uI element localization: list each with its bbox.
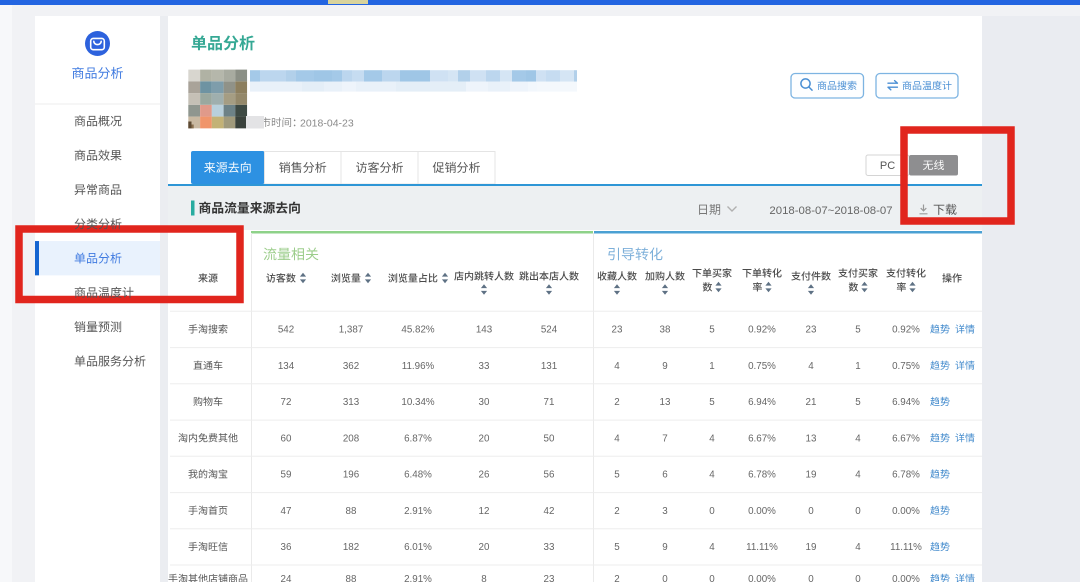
svg-text:88: 88 [346, 506, 357, 517]
svg-text:47: 47 [281, 506, 292, 517]
svg-text:60: 60 [281, 433, 292, 444]
svg-text:13: 13 [806, 433, 817, 444]
svg-text:0: 0 [709, 574, 715, 582]
svg-text:0: 0 [855, 574, 861, 582]
svg-text:11.11%: 11.11% [890, 542, 922, 553]
svg-text:4: 4 [709, 433, 715, 444]
svg-text:0.75%: 0.75% [892, 361, 920, 372]
svg-text:0: 0 [808, 506, 814, 517]
svg-text:8: 8 [481, 574, 487, 582]
svg-text:0.92%: 0.92% [748, 325, 776, 336]
svg-text:5: 5 [614, 542, 620, 553]
svg-text:0.00%: 0.00% [892, 574, 920, 582]
svg-text:6.94%: 6.94% [892, 397, 920, 408]
svg-text:0: 0 [709, 506, 715, 517]
svg-text:0.00%: 0.00% [892, 506, 920, 517]
svg-text:524: 524 [541, 325, 558, 336]
svg-text:19: 19 [806, 470, 817, 481]
svg-text:6.87%: 6.87% [404, 433, 432, 444]
svg-text:0.00%: 0.00% [748, 506, 776, 517]
svg-text:20: 20 [479, 433, 490, 444]
svg-text:143: 143 [476, 325, 493, 336]
svg-text:33: 33 [479, 361, 490, 372]
svg-text:56: 56 [544, 470, 555, 481]
svg-text:9: 9 [662, 542, 667, 553]
svg-text:5: 5 [709, 325, 715, 336]
svg-text:2: 2 [614, 506, 619, 517]
svg-text:20: 20 [479, 542, 490, 553]
svg-text:1: 1 [709, 361, 714, 372]
svg-text:6.48%: 6.48% [404, 470, 432, 481]
svg-text:13: 13 [660, 397, 671, 408]
svg-text:208: 208 [343, 433, 360, 444]
svg-text:2.91%: 2.91% [404, 574, 432, 582]
svg-text:9: 9 [662, 361, 667, 372]
svg-text:5: 5 [709, 397, 715, 408]
svg-text:313: 313 [343, 397, 360, 408]
svg-text:4: 4 [855, 542, 861, 553]
svg-text:71: 71 [544, 397, 555, 408]
svg-text:23: 23 [544, 574, 555, 582]
svg-text:2.91%: 2.91% [404, 506, 432, 517]
svg-text:72: 72 [281, 397, 292, 408]
svg-text:36: 36 [281, 542, 292, 553]
svg-text:4: 4 [614, 361, 620, 372]
svg-text:5: 5 [855, 397, 861, 408]
svg-text:11.96%: 11.96% [402, 361, 435, 372]
svg-text:4: 4 [709, 542, 715, 553]
svg-text:4: 4 [855, 433, 861, 444]
svg-text:88: 88 [346, 574, 357, 582]
svg-text:45.82%: 45.82% [401, 325, 435, 336]
svg-text:33: 33 [544, 542, 555, 553]
svg-text:42: 42 [544, 506, 555, 517]
svg-text:0.75%: 0.75% [748, 361, 776, 372]
svg-text:0.92%: 0.92% [892, 325, 920, 336]
svg-text:0: 0 [662, 574, 668, 582]
svg-text:4: 4 [808, 361, 814, 372]
svg-text:131: 131 [541, 361, 557, 372]
svg-text:59: 59 [281, 470, 292, 481]
svg-text:12: 12 [479, 506, 490, 517]
svg-text:38: 38 [660, 325, 671, 336]
svg-text:0: 0 [808, 574, 814, 582]
svg-text:23: 23 [612, 325, 623, 336]
svg-text:26: 26 [479, 470, 490, 481]
svg-text:6.78%: 6.78% [748, 470, 776, 481]
svg-text:1: 1 [855, 361, 860, 372]
svg-text:23: 23 [806, 325, 817, 336]
svg-text:10.34%: 10.34% [401, 397, 435, 408]
svg-text:2: 2 [614, 574, 619, 582]
svg-text:21: 21 [806, 397, 817, 408]
svg-text:6.78%: 6.78% [892, 470, 920, 481]
svg-text:PC: PC [880, 160, 895, 172]
svg-text:4: 4 [709, 470, 715, 481]
svg-text:6.94%: 6.94% [748, 397, 776, 408]
svg-text:182: 182 [343, 542, 359, 553]
svg-text:1,387: 1,387 [339, 325, 364, 336]
svg-text:5: 5 [855, 325, 861, 336]
svg-text:6.67%: 6.67% [892, 433, 920, 444]
svg-text:134: 134 [278, 361, 295, 372]
svg-text:5: 5 [614, 470, 620, 481]
svg-text:542: 542 [278, 325, 294, 336]
svg-text:2: 2 [614, 397, 619, 408]
svg-text:4: 4 [614, 433, 620, 444]
svg-text:0.00%: 0.00% [748, 574, 776, 582]
svg-text:30: 30 [479, 397, 490, 408]
svg-text:362: 362 [343, 361, 359, 372]
svg-text:4: 4 [855, 470, 861, 481]
svg-text:19: 19 [806, 542, 817, 553]
svg-text:196: 196 [343, 470, 360, 481]
svg-text:6: 6 [662, 470, 668, 481]
svg-text:6.67%: 6.67% [748, 433, 776, 444]
svg-text:6.01%: 6.01% [404, 542, 432, 553]
svg-text:2018-04-23: 2018-04-23 [300, 118, 354, 130]
svg-text:2018-08-07~2018-08-07: 2018-08-07~2018-08-07 [769, 205, 892, 217]
svg-text:3: 3 [662, 506, 668, 517]
svg-text:7: 7 [662, 433, 667, 444]
svg-text:0: 0 [855, 506, 861, 517]
svg-text:11.11%: 11.11% [746, 542, 778, 553]
svg-text:24: 24 [281, 574, 292, 582]
svg-text:50: 50 [544, 433, 555, 444]
